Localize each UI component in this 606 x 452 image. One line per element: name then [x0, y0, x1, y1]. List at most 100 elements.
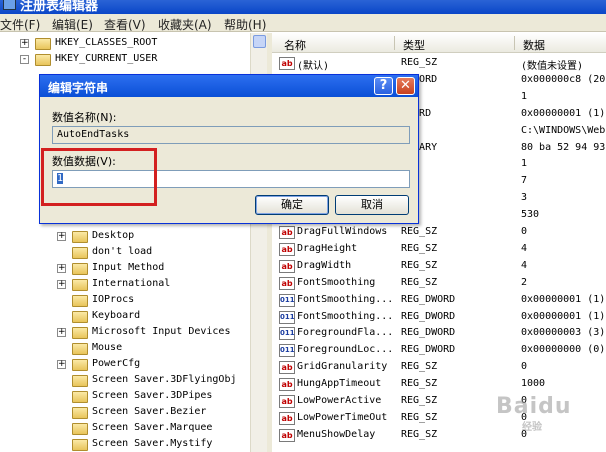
- tree-item[interactable]: Screen Saver.Marquee: [0, 421, 250, 437]
- scroll-up-icon[interactable]: [253, 35, 266, 48]
- list-row[interactable]: ab GridGranularity REG_SZ 0: [272, 359, 606, 376]
- list-row[interactable]: ab DragWidth REG_SZ 4: [272, 258, 606, 275]
- tree-item[interactable]: Screen Saver.Mystify: [0, 437, 250, 452]
- column-name-header[interactable]: 名称: [284, 37, 306, 53]
- expand-icon[interactable]: +: [20, 39, 29, 48]
- value-type: REG_DWORD: [401, 293, 456, 305]
- baidu-watermark: Baidu 经验: [496, 394, 604, 434]
- collapse-icon[interactable]: -: [20, 55, 29, 64]
- tree-item-label: don't load: [92, 246, 153, 257]
- tree-item-label: IOProcs: [92, 294, 135, 305]
- value-data: 1: [521, 90, 528, 102]
- value-data: 530: [521, 209, 540, 221]
- folder-icon: [72, 407, 88, 419]
- tree-item[interactable]: IOProcs: [0, 293, 250, 309]
- value-type: REG_DWORD: [401, 310, 456, 322]
- value-data: C:\WINDOWS\Web: [521, 124, 606, 136]
- value-data: 1000: [521, 378, 546, 390]
- tree-item-label: Screen Saver.Marquee: [92, 422, 213, 433]
- column-divider[interactable]: [394, 36, 395, 50]
- list-row[interactable]: ab HungAppTimeout REG_SZ 1000: [272, 376, 606, 393]
- list-row[interactable]: 011 FontSmoothing... REG_DWORD 0x00000001 (…: [272, 292, 606, 309]
- tree-item[interactable]: + PowerCfg: [0, 357, 250, 373]
- value-data: 2: [521, 276, 528, 288]
- reg-dword-icon: 011: [279, 327, 295, 341]
- value-type: REG_SZ: [401, 259, 438, 271]
- list-row[interactable]: 011 FontSmoothing... REG_DWORD 0x00000001 (…: [272, 309, 606, 326]
- value-data: 0: [521, 361, 528, 373]
- dialog-title: 编辑字符串: [48, 81, 109, 95]
- close-icon[interactable]: ✕: [396, 77, 415, 95]
- value-data: 0x00000001 (1): [521, 107, 606, 119]
- list-row[interactable]: 011 ForegroundFla... REG_DWORD 0x00000003 (…: [272, 325, 606, 342]
- ok-button[interactable]: 确定: [255, 195, 329, 215]
- value-name: DragHeight: [297, 242, 358, 254]
- menu-edit[interactable]: 编辑(E): [52, 16, 93, 33]
- reg-string-icon: ab: [279, 242, 295, 256]
- value-data: (数值未设置): [521, 61, 584, 72]
- list-row[interactable]: ab DragHeight REG_SZ 4: [272, 241, 606, 258]
- folder-icon: [72, 247, 88, 259]
- reg-string-icon: ab: [279, 57, 295, 70]
- value-name-field[interactable]: AutoEndTasks: [52, 126, 410, 144]
- tree-item[interactable]: Screen Saver.3DFlyingObj: [0, 373, 250, 389]
- tree-item-label: Mouse: [92, 342, 123, 353]
- value-type: REG_SZ: [401, 428, 438, 440]
- list-row[interactable]: ab (默认) REG_SZ (数值未设置): [272, 55, 606, 72]
- tree-item[interactable]: + Microsoft Input Devices: [0, 325, 250, 341]
- expand-icon[interactable]: +: [57, 360, 66, 369]
- folder-icon: [72, 279, 88, 291]
- tree-item[interactable]: + Desktop: [0, 229, 250, 245]
- folder-icon: [72, 343, 88, 355]
- tree-item[interactable]: + HKEY_CLASSES_ROOT: [0, 36, 250, 52]
- reg-string-icon: ab: [279, 276, 295, 290]
- menu-help[interactable]: 帮助(H): [224, 16, 266, 33]
- list-row[interactable]: ab DragFullWindows REG_SZ 0: [272, 224, 606, 241]
- value-name: GridGranularity: [297, 361, 388, 373]
- menu-view[interactable]: 查看(V): [104, 16, 146, 33]
- folder-icon: [72, 375, 88, 387]
- value-type: REG_SZ: [401, 395, 438, 406]
- cancel-button[interactable]: 取消: [335, 195, 409, 215]
- expand-icon[interactable]: +: [57, 280, 66, 289]
- expand-icon[interactable]: +: [57, 328, 66, 337]
- watermark-text: Baidu: [496, 394, 572, 419]
- reg-string-icon: ab: [279, 378, 295, 392]
- reg-dword-icon: 011: [279, 344, 295, 358]
- value-data: 3: [521, 192, 528, 204]
- expand-icon[interactable]: +: [57, 232, 66, 241]
- tree-item[interactable]: - HKEY_CURRENT_USER: [0, 52, 250, 68]
- column-type-header[interactable]: 类型: [403, 37, 425, 53]
- tree-item[interactable]: + Input Method: [0, 261, 250, 277]
- value-data: 4: [521, 242, 528, 254]
- value-type: REG_SZ: [401, 226, 438, 237]
- watermark-subtext: 经验: [522, 422, 542, 433]
- folder-icon: [72, 327, 88, 339]
- tree-item[interactable]: Screen Saver.Bezier: [0, 405, 250, 421]
- value-name: FontSmoothing...: [297, 293, 394, 305]
- tree-item[interactable]: + International: [0, 277, 250, 293]
- menu-file[interactable]: 文件(F): [0, 16, 40, 33]
- tree-item[interactable]: Mouse: [0, 341, 250, 357]
- menu-favorites[interactable]: 收藏夹(A): [158, 16, 212, 33]
- list-row[interactable]: 011 ForegroundLoc... REG_DWORD 0x00000000 (…: [272, 342, 606, 359]
- tree-item[interactable]: don't load: [0, 245, 250, 261]
- value-data: 4: [521, 259, 528, 271]
- tree-item-label: Screen Saver.3DPipes: [92, 390, 213, 401]
- value-name: ForegroundLoc...: [297, 344, 394, 356]
- reg-string-icon: ab: [279, 361, 295, 375]
- value-name: (默认): [297, 61, 330, 72]
- value-type: REG_SZ: [401, 276, 438, 288]
- column-divider[interactable]: [514, 36, 515, 50]
- value-type: REG_SZ: [401, 57, 438, 68]
- tree-item[interactable]: Screen Saver.3DPipes: [0, 389, 250, 405]
- list-header: 名称 类型 数据: [272, 33, 606, 53]
- column-data-header[interactable]: 数据: [523, 37, 545, 53]
- list-row[interactable]: ab FontSmoothing REG_SZ 2: [272, 275, 606, 292]
- value-name: DragFullWindows: [297, 226, 388, 237]
- help-icon[interactable]: ?: [374, 77, 393, 95]
- tree-item[interactable]: Keyboard: [0, 309, 250, 325]
- reg-dword-icon: 011: [279, 293, 295, 307]
- window-title: 注册表编辑器: [20, 0, 99, 14]
- expand-icon[interactable]: +: [57, 264, 66, 273]
